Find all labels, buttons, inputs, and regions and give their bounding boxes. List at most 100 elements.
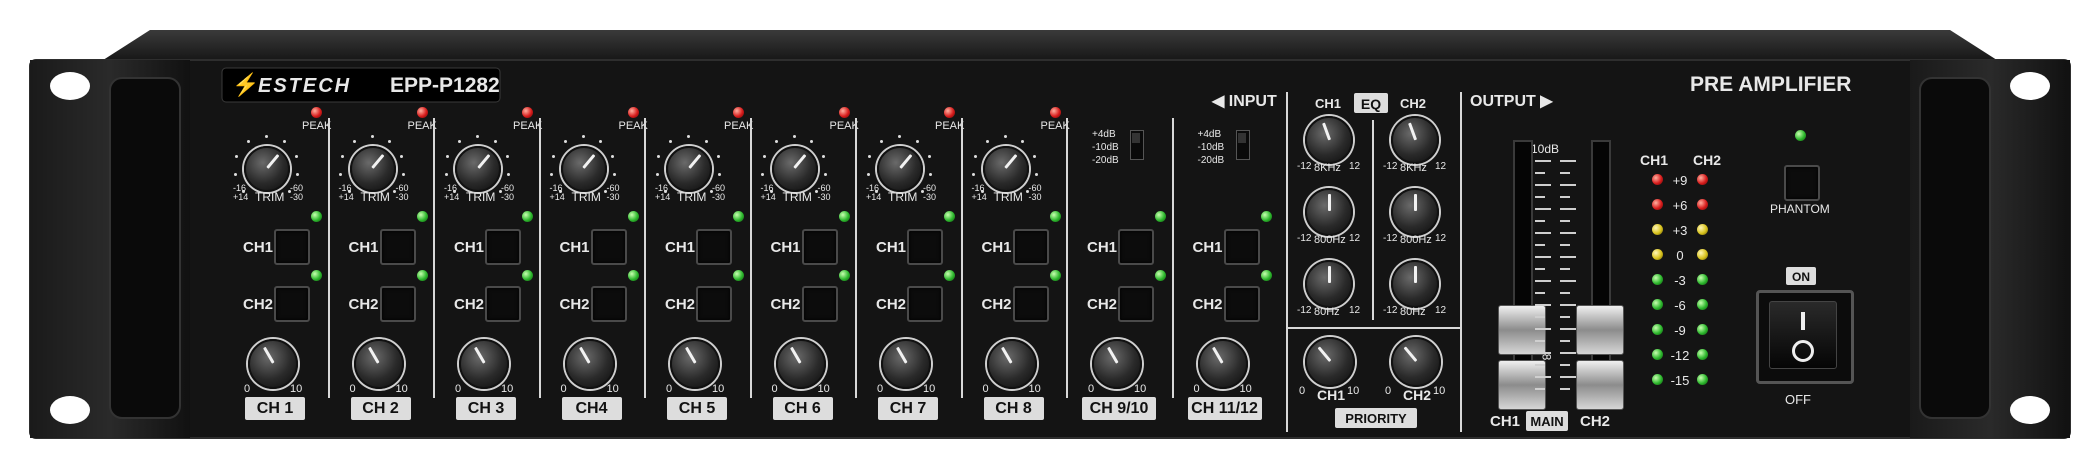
bus2-button[interactable] — [590, 286, 627, 322]
bus1-button[interactable] — [696, 229, 732, 265]
bus2-button[interactable] — [274, 286, 310, 322]
trim-label: TRIM — [571, 190, 601, 204]
meter-led-ch2 — [1697, 324, 1708, 335]
eq-knob-1[interactable] — [1305, 188, 1353, 236]
bus1-button[interactable] — [907, 229, 943, 265]
fader-ch2[interactable] — [1576, 305, 1624, 355]
bus2-button[interactable] — [801, 286, 838, 322]
sens-option-label: +4dB — [1092, 129, 1116, 140]
trim-knob[interactable] — [666, 146, 712, 192]
level-knob[interactable] — [775, 339, 826, 389]
fader-tick — [1535, 364, 1545, 366]
priority-knob-1-pointer — [1317, 346, 1332, 363]
fader-tick — [1560, 292, 1570, 294]
fader-main[interactable] — [1498, 360, 1546, 410]
level-knob[interactable] — [1197, 339, 1248, 389]
right-bottom-hole — [2010, 396, 2050, 424]
trim-scale-dot — [444, 173, 448, 177]
priority-ch-label: CH1 — [1317, 387, 1346, 403]
level-knob[interactable] — [248, 339, 298, 389]
fader-tick — [1535, 376, 1551, 378]
trim-knob[interactable] — [349, 146, 396, 192]
bus2-button[interactable] — [379, 286, 416, 322]
bus1-button[interactable] — [379, 229, 416, 265]
chassis-top — [100, 30, 2000, 62]
level-knob-pointer — [895, 346, 908, 364]
level-knob[interactable] — [670, 339, 720, 389]
eq-knob-1[interactable] — [1305, 260, 1353, 308]
eq-knob-2[interactable] — [1391, 116, 1439, 164]
bus1-label: CH1 — [665, 239, 696, 256]
trim-scale-dot — [792, 135, 796, 138]
meter-level-label: +6 — [1672, 198, 1688, 213]
bus1-label: CH1 — [1087, 239, 1118, 256]
fader-tick — [1535, 184, 1551, 186]
level-max: 10 — [606, 383, 619, 395]
fader-tick — [1560, 340, 1570, 342]
bus2-button[interactable] — [907, 286, 943, 322]
bus2-button[interactable] — [1012, 286, 1049, 322]
bus1-button[interactable] — [590, 229, 627, 265]
trim-knob[interactable] — [455, 146, 501, 192]
bus2-button[interactable] — [1118, 286, 1154, 322]
bus1-button[interactable] — [274, 229, 310, 265]
bus1-button[interactable] — [485, 229, 521, 265]
strip-divider — [538, 118, 541, 398]
bus2-button[interactable] — [696, 286, 732, 322]
fader-tick — [1560, 280, 1576, 282]
trim-knob[interactable] — [771, 146, 818, 192]
right-handle — [1919, 77, 1991, 419]
bus2-led — [944, 270, 955, 281]
eq-freq-label: 8KHz — [1314, 162, 1341, 174]
trim-knob[interactable] — [877, 146, 923, 192]
level-max: 10 — [1239, 383, 1252, 395]
fader-tick — [1560, 352, 1576, 354]
eq-min-label: -12 — [1297, 161, 1312, 172]
level-max: 10 — [1134, 383, 1147, 395]
fader-ch2-lower[interactable] — [1576, 360, 1624, 410]
phantom-button[interactable] — [1784, 165, 1820, 201]
level-knob[interactable] — [881, 339, 931, 389]
eq-freq-label: 800Hz — [1314, 234, 1346, 246]
fader-ch1-label: CH1 — [1490, 413, 1521, 430]
meter-led-ch2 — [1697, 349, 1708, 360]
level-knob[interactable] — [564, 339, 615, 389]
fader-ch1[interactable] — [1498, 305, 1546, 355]
bus2-label: CH2 — [665, 296, 696, 313]
level-knob[interactable] — [353, 339, 404, 389]
trim-knob[interactable] — [244, 146, 290, 192]
eq-max-label: 12 — [1349, 233, 1361, 244]
eq-max-label: 12 — [1435, 305, 1447, 316]
left-top-hole — [50, 72, 90, 100]
eq-knob-2-pointer — [1407, 122, 1417, 140]
power-switch[interactable] — [1756, 290, 1854, 384]
eq-knob-2[interactable] — [1391, 188, 1439, 236]
trim-knob[interactable] — [560, 146, 607, 192]
sensitivity-switch[interactable] — [1235, 130, 1250, 160]
bus1-button[interactable] — [1012, 229, 1049, 265]
level-knob-pointer — [684, 346, 697, 364]
eq-knob-2[interactable] — [1391, 260, 1439, 308]
power-rocker[interactable] — [1769, 301, 1837, 369]
priority-knob-1[interactable] — [1305, 337, 1355, 387]
level-knob[interactable] — [986, 339, 1037, 389]
bus1-button[interactable] — [1223, 229, 1260, 265]
meter-led-ch2 — [1697, 199, 1708, 210]
priority-knob-2[interactable] — [1391, 337, 1441, 387]
eq-min-label: -12 — [1383, 305, 1398, 316]
fader-tick — [1560, 196, 1570, 198]
bus1-button[interactable] — [801, 229, 838, 265]
fader-tick — [1560, 160, 1576, 162]
level-knob[interactable] — [459, 339, 509, 389]
bus2-button[interactable] — [1223, 286, 1260, 322]
trim-knob[interactable] — [982, 146, 1029, 192]
meter-led-ch2 — [1697, 299, 1708, 310]
bus2-button[interactable] — [485, 286, 521, 322]
bus1-button[interactable] — [1118, 229, 1154, 265]
level-knob[interactable] — [1092, 339, 1142, 389]
eq-knob-1[interactable] — [1305, 116, 1353, 164]
fader-tick — [1560, 388, 1570, 390]
eq-max-label: 12 — [1435, 233, 1447, 244]
sensitivity-switch[interactable] — [1130, 130, 1144, 160]
eq-knob-1-pointer — [1327, 193, 1331, 212]
